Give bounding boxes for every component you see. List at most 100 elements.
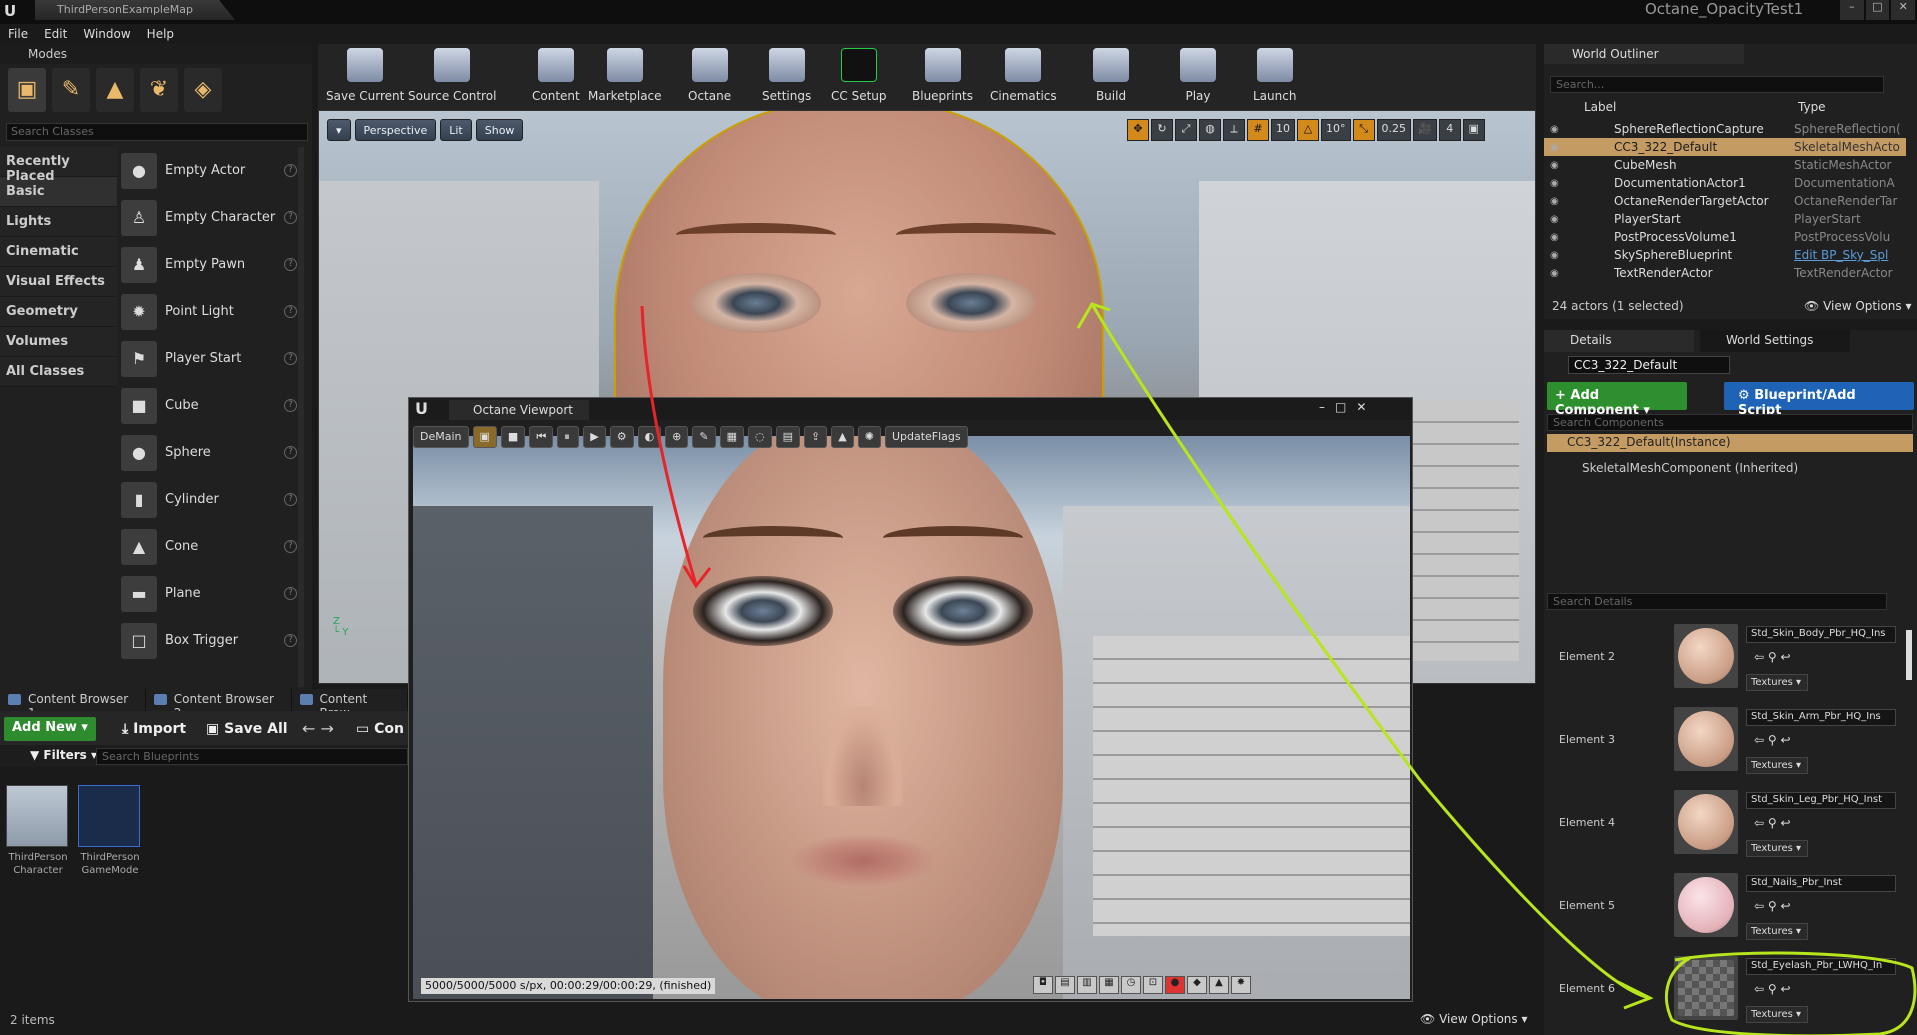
lit-button[interactable]: Lit — [440, 119, 472, 141]
help-icon[interactable]: ? — [284, 493, 297, 506]
class-item[interactable]: ♟ Empty Pawn? — [121, 241, 297, 288]
render-toggle-icon[interactable]: ▣ — [472, 426, 497, 448]
maximize-icon[interactable]: □ — [1335, 400, 1346, 414]
play-button[interactable]: Play — [1180, 48, 1216, 106]
category-lights[interactable]: Lights — [0, 207, 117, 237]
export-icon[interactable]: ▥ — [1077, 976, 1097, 994]
maximize-viewport-icon[interactable]: ▣ — [1462, 119, 1485, 141]
minimize-icon[interactable]: – — [1840, 0, 1864, 20]
lock-icon[interactable]: ▤ — [775, 426, 801, 448]
tab-world-settings[interactable]: World Settings — [1700, 330, 1850, 352]
category-geometry[interactable]: Geometry — [0, 297, 117, 327]
material-thumbnail[interactable] — [1674, 790, 1738, 854]
class-item[interactable]: ● Empty Actor? — [121, 147, 297, 194]
material-thumbnail[interactable] — [1674, 956, 1738, 1020]
tab-details[interactable]: Details — [1544, 330, 1694, 352]
material-select[interactable]: Std_Nails_Pbr_Inst — [1746, 875, 1896, 892]
help-icon[interactable]: ? — [284, 540, 297, 553]
class-item[interactable]: □ Box Trigger? — [121, 617, 297, 664]
rotation-snap-icon[interactable]: △ — [1297, 119, 1319, 141]
rotation-snap-value[interactable]: 10° — [1321, 119, 1351, 141]
settings-button[interactable]: Settings — [762, 48, 811, 106]
help-icon[interactable]: ? — [284, 258, 297, 271]
textures-dropdown[interactable]: Textures ▾ — [1746, 923, 1808, 940]
grid-snap-value[interactable]: 10 — [1271, 119, 1295, 141]
launch-button[interactable]: Launch — [1253, 48, 1296, 106]
surface-snap-icon[interactable]: ⟂ — [1223, 119, 1245, 141]
component-instance[interactable]: CC3_322_Default(Instance) — [1547, 434, 1913, 452]
clay-mode-icon[interactable]: ◌ — [748, 426, 772, 448]
use-selected-icon[interactable]: ⇦ ⚲ ↩ — [1754, 899, 1791, 913]
help-icon[interactable]: ? — [284, 352, 297, 365]
help-icon[interactable]: ? — [284, 399, 297, 412]
play-icon[interactable]: ▶ — [583, 426, 606, 448]
details-scrollbar[interactable] — [1906, 630, 1912, 680]
asset-thirdperson-gamemode[interactable]: ThirdPerson GameMode — [78, 785, 142, 877]
content-button[interactable]: Content — [532, 48, 580, 106]
map-tab[interactable]: ThirdPersonExampleMap — [35, 0, 235, 20]
outliner-search-input[interactable]: Search... — [1550, 76, 1884, 93]
tab-content-browser-2[interactable]: Content Browser 2 — [145, 689, 292, 720]
outliner-view-options[interactable]: 👁 View Options ▾ — [1804, 299, 1912, 313]
use-selected-icon[interactable]: ⇦ ⚲ ↩ — [1754, 650, 1791, 664]
octane-button[interactable]: Octane — [688, 48, 731, 106]
star-icon[interactable]: ✸ — [1231, 976, 1251, 994]
save-all-button[interactable]: ▣ Save All — [206, 721, 288, 737]
source-control-button[interactable]: Source Control — [408, 48, 496, 106]
foliage-mode-icon[interactable]: ❦ — [140, 68, 178, 112]
sun-icon[interactable]: ✺ — [857, 426, 881, 448]
class-item[interactable]: ● Sphere? — [121, 429, 297, 476]
export-icon[interactable]: ⇪ — [804, 426, 828, 448]
scale-snap-icon[interactable]: ⤡ — [1352, 119, 1375, 141]
scale-icon[interactable]: ⤢ — [1175, 119, 1197, 141]
eye-icon[interactable]: ◉ — [1550, 196, 1566, 207]
category-cinematic[interactable]: Cinematic — [0, 237, 117, 267]
build-button[interactable]: Build — [1093, 48, 1129, 106]
textures-dropdown[interactable]: Textures ▾ — [1746, 674, 1808, 691]
image-icon[interactable]: ▲ — [831, 426, 854, 448]
column-type[interactable]: Type — [1798, 100, 1826, 114]
save-current-button[interactable]: Save Current — [326, 48, 404, 106]
class-item[interactable]: ▬ Plane? — [121, 570, 297, 617]
category-visual-effects[interactable]: Visual Effects — [0, 267, 117, 297]
outliner-row[interactable]: ◉ CubeMesh StaticMeshActor — [1544, 156, 1906, 174]
help-icon[interactable]: ? — [284, 634, 297, 647]
skeletal-mesh-component[interactable]: SkeletalMeshComponent (Inherited) — [1582, 461, 1798, 475]
material-select[interactable]: Std_Eyelash_Pbr_LWHQ_In — [1746, 958, 1896, 975]
class-item[interactable]: ▮ Cylinder? — [121, 476, 297, 523]
world-space-icon[interactable]: ◍ — [1199, 119, 1221, 141]
outliner-row[interactable]: ◉ TextRenderActor TextRenderActor — [1544, 264, 1906, 282]
close-icon[interactable]: ✕ — [1891, 0, 1916, 20]
clock-icon[interactable]: ◷ — [1121, 976, 1141, 994]
asset-thirdperson-character[interactable]: ThirdPerson Character — [6, 785, 70, 877]
edit-blueprint-link[interactable]: Edit BP_Sky_Spl — [1794, 248, 1904, 262]
place-mode-icon[interactable]: ▣ — [8, 68, 46, 112]
mountain-icon[interactable]: ▲ — [1209, 976, 1229, 994]
help-icon[interactable]: ? — [284, 587, 297, 600]
restart-icon[interactable]: ⏮ — [529, 426, 554, 448]
scale-snap-value[interactable]: 0.25 — [1376, 119, 1411, 141]
class-list-scrollbar[interactable] — [298, 147, 304, 687]
textures-dropdown[interactable]: Textures ▾ — [1746, 1006, 1808, 1023]
help-icon[interactable]: ? — [284, 211, 297, 224]
eye-icon[interactable]: ◉ — [1550, 268, 1566, 279]
class-item[interactable]: ■ Cube? — [121, 382, 297, 429]
stop-icon[interactable]: ■ — [500, 426, 526, 448]
update-flags-button[interactable]: UpdateFlags — [884, 426, 968, 448]
camera-speed-value[interactable]: 4 — [1438, 119, 1461, 141]
landscape-mode-icon[interactable]: ▲ — [96, 68, 134, 112]
cc-setup-button[interactable]: CC Setup — [831, 48, 887, 106]
eye-icon[interactable]: ◉ — [1550, 178, 1566, 189]
textures-dropdown[interactable]: Textures ▾ — [1746, 757, 1808, 774]
class-item[interactable]: ♙ Empty Character? — [121, 194, 297, 241]
geometry-mode-icon[interactable]: ◈ — [184, 68, 222, 112]
tab-content-browser-3[interactable]: Content Brow — [291, 689, 408, 720]
class-item[interactable]: ✹ Point Light? — [121, 288, 297, 335]
import-button[interactable]: ⤓ Import — [122, 721, 186, 737]
cube-icon[interactable]: ◆ — [1187, 976, 1207, 994]
outliner-row[interactable]: ◉ OctaneRenderTargetActor OctaneRenderTar — [1544, 192, 1906, 210]
add-new-button[interactable]: Add New ▾ — [4, 717, 96, 741]
eye-icon[interactable]: ◉ — [1550, 160, 1566, 171]
color-picker-icon[interactable]: ◐ — [637, 426, 662, 448]
use-selected-icon[interactable]: ⇦ ⚲ ↩ — [1754, 733, 1791, 747]
